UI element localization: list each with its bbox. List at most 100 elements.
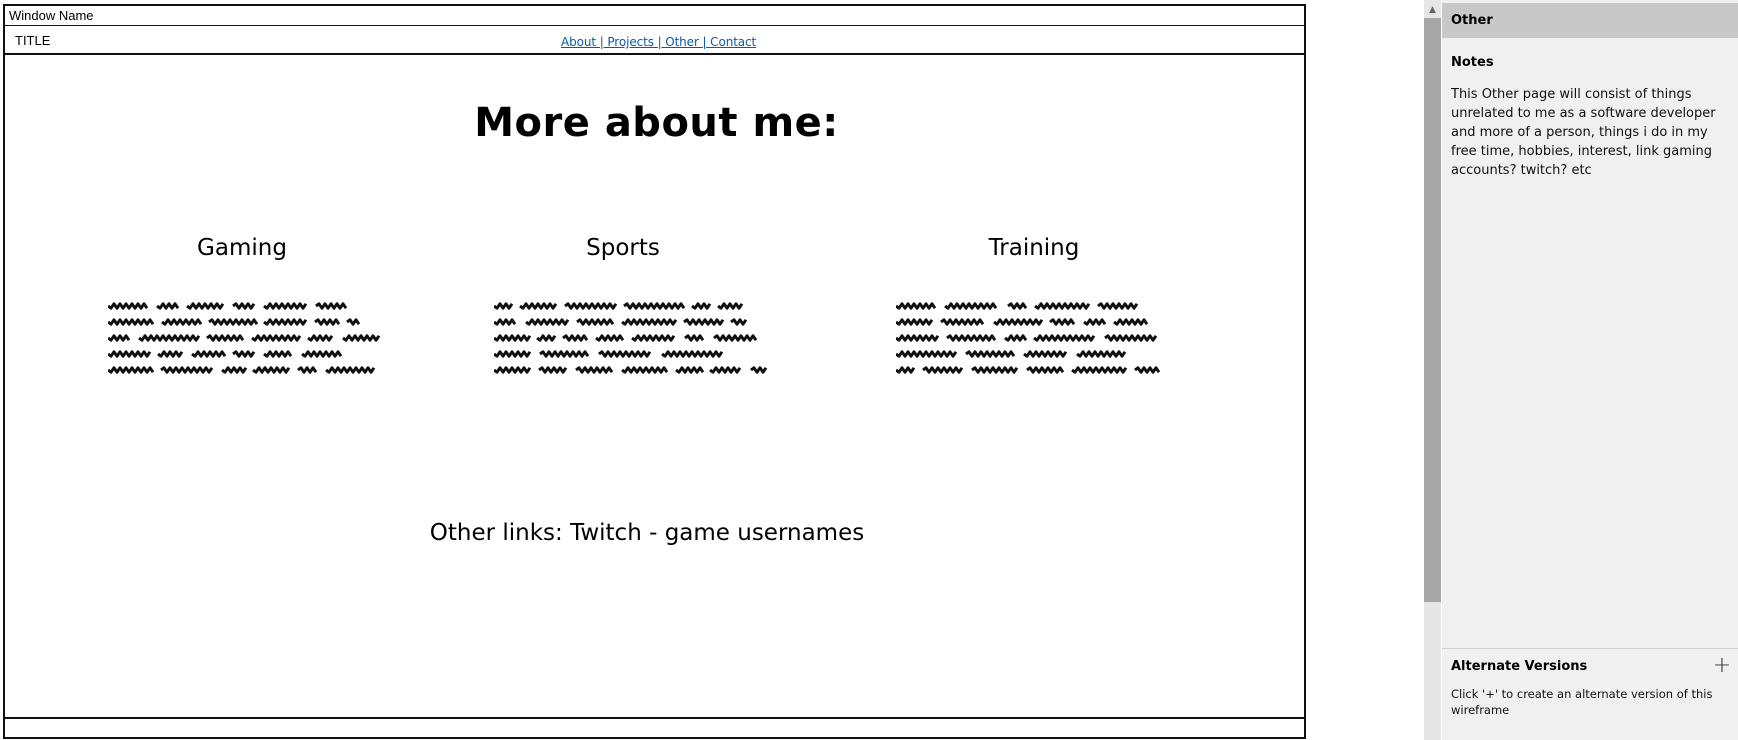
scribble-word — [965, 350, 1016, 358]
scribble-word — [494, 350, 532, 358]
scribble-word — [595, 334, 625, 342]
scribble-word — [307, 334, 334, 342]
window-title-bar: Window Name — [5, 6, 1304, 26]
scribble-word — [1113, 318, 1149, 326]
scribble-word — [538, 366, 568, 374]
scribble-word — [1004, 334, 1028, 342]
scribble-word — [631, 334, 676, 342]
scribble-word — [494, 334, 532, 342]
scroll-up-arrow-icon[interactable]: ▲ — [1424, 2, 1441, 18]
scribble-word — [621, 318, 678, 326]
page-heading: More about me: — [474, 100, 839, 146]
scribble-word — [263, 318, 308, 326]
scribble-word — [314, 318, 341, 326]
placeholder-text-block-sports — [494, 300, 779, 384]
scribble-word — [494, 318, 517, 326]
scribble-word — [683, 318, 725, 326]
scribble-word — [539, 350, 590, 358]
vertical-scrollbar[interactable]: ▲ — [1424, 0, 1441, 740]
scribble-word — [138, 334, 201, 342]
scrollbar-thumb[interactable] — [1424, 18, 1441, 602]
scribble-word — [562, 334, 589, 342]
scribble-word — [1034, 302, 1091, 310]
scribble-word — [1007, 302, 1028, 310]
placeholder-text-block-training — [896, 300, 1181, 384]
scribble-word — [564, 302, 618, 310]
scribble-word — [186, 302, 225, 310]
scribble-word — [623, 302, 686, 310]
scribble-word — [1033, 334, 1096, 342]
scribble-word — [1049, 318, 1076, 326]
scribble-word — [252, 366, 291, 374]
scribble-word — [598, 350, 652, 358]
scribble-word — [1134, 366, 1161, 374]
scribble-word — [263, 302, 308, 310]
column-heading-gaming: Gaming — [197, 235, 287, 261]
panel-divider — [1442, 648, 1738, 649]
scribble-word — [576, 318, 615, 326]
nav-bar: TITLE About | Projects | Other | Contact — [5, 26, 1304, 55]
scribble-word — [896, 318, 934, 326]
alternate-versions-label: Alternate Versions — [1451, 659, 1588, 674]
other-links-text: Other links: Twitch - game usernames — [429, 520, 865, 546]
scribble-word — [221, 366, 248, 374]
site-title: TITLE — [15, 33, 51, 48]
scribble-word — [750, 366, 768, 374]
scribble-word — [108, 334, 131, 342]
scribble-word — [1083, 318, 1107, 326]
panel-header: Other — [1442, 3, 1738, 38]
scribble-word — [536, 334, 557, 342]
scribble-word — [675, 366, 705, 374]
scribble-word — [1026, 366, 1065, 374]
scribble-word — [263, 350, 293, 358]
scribble-word — [661, 350, 724, 358]
scribble-word — [160, 366, 214, 374]
column-heading-training: Training — [988, 235, 1080, 261]
plus-icon[interactable]: + — [1712, 655, 1732, 677]
scribble-word — [494, 302, 514, 310]
scribble-word — [940, 318, 985, 326]
scribble-word — [946, 334, 997, 342]
scribble-word — [896, 366, 916, 374]
scribble-word — [575, 366, 614, 374]
scribble-word — [108, 366, 155, 374]
scribble-word — [896, 350, 958, 358]
scribble-word — [161, 318, 203, 326]
scribble-word — [1104, 334, 1158, 342]
scribble-word — [346, 318, 361, 326]
scribble-word — [1071, 366, 1128, 374]
scribble-word — [1097, 302, 1139, 310]
footer-divider — [5, 717, 1304, 719]
scribble-word — [156, 302, 180, 310]
scribble-word — [922, 366, 964, 374]
scribble-word — [519, 302, 558, 310]
scribble-word — [896, 302, 937, 310]
scribble-word — [108, 318, 155, 326]
scribble-word — [208, 318, 259, 326]
scribble-word — [730, 318, 748, 326]
scribble-word — [896, 334, 940, 342]
placeholder-text-block-gaming — [108, 300, 393, 384]
scribble-word — [971, 366, 1019, 374]
scribble-word — [108, 302, 149, 310]
scribble-word — [157, 350, 184, 358]
scribble-word — [1076, 350, 1127, 358]
scribble-word — [621, 366, 669, 374]
notes-text[interactable]: This Other page will consist of things u… — [1451, 85, 1733, 180]
scribble-word — [251, 334, 302, 342]
wireframe-window: Window Name TITLE About | Projects | Oth… — [3, 4, 1306, 739]
scribble-word — [342, 334, 381, 342]
scribble-word — [993, 318, 1044, 326]
column-heading-sports: Sports — [586, 235, 660, 261]
scribble-word — [232, 302, 256, 310]
scribble-word — [1023, 350, 1068, 358]
properties-panel: Other Notes This Other page will consist… — [1442, 0, 1738, 740]
scribble-word — [494, 366, 532, 374]
scribble-word — [709, 366, 742, 374]
scribble-word — [297, 366, 318, 374]
scribble-word — [691, 302, 712, 310]
nav-links[interactable]: About | Projects | Other | Contact — [561, 35, 756, 49]
scribble-word — [108, 350, 152, 358]
scribble-word — [325, 366, 376, 374]
scribble-word — [717, 302, 744, 310]
